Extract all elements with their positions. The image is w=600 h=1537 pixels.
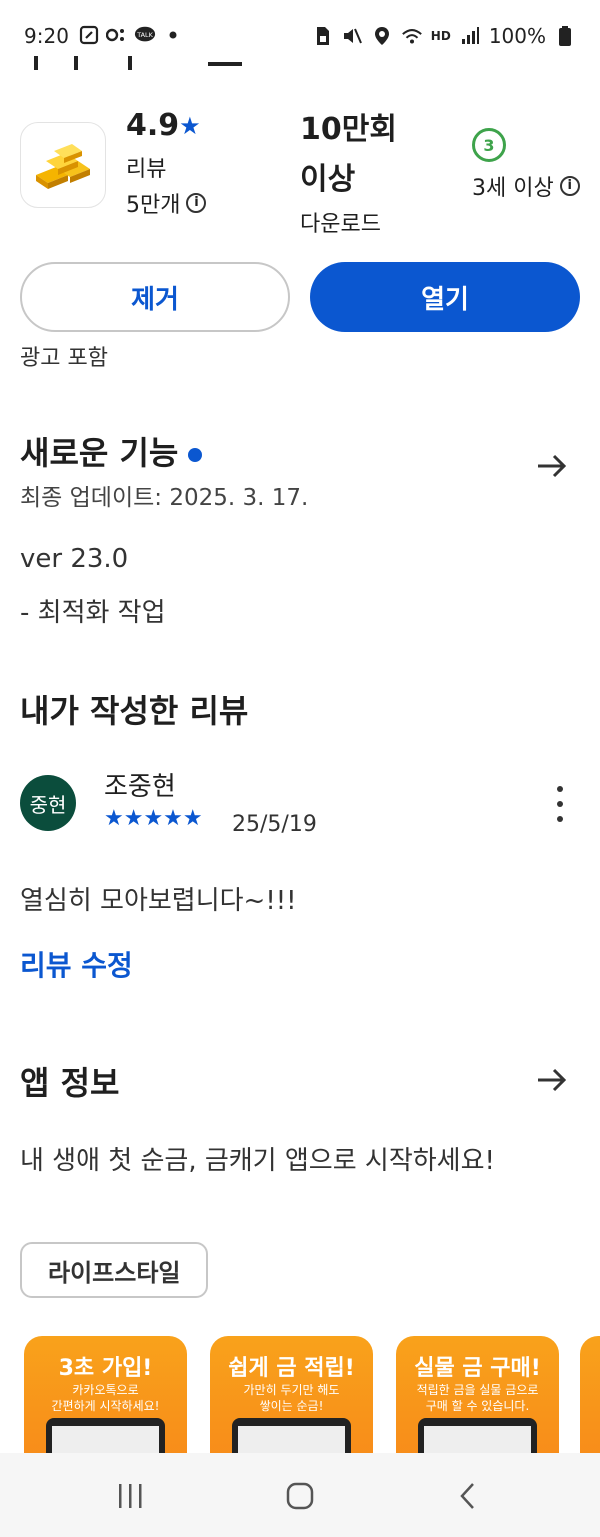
signal-icon [459, 25, 481, 47]
downloads-value-line2: 이상 [300, 162, 356, 197]
screenshot-caption: 적립한 금을 실물 금으로 구매 할 수 있습니다. [416, 1383, 539, 1413]
category-chip[interactable]: 라이프스타일 [20, 1242, 209, 1298]
location-icon [371, 25, 393, 47]
downloads-stat: 10만회 이상 다운로드 [300, 104, 397, 238]
status-bar: 9:20 TALK HD 100% [0, 0, 600, 76]
info-icon[interactable]: i [559, 176, 580, 196]
open-button[interactable]: 열기 [310, 262, 580, 332]
review-date: 25/5/19 [232, 812, 317, 837]
mute-icon [341, 25, 363, 47]
arrow-right-icon[interactable] [534, 1062, 570, 1098]
reviews-label: 리뷰 [126, 157, 167, 182]
edit-square-icon [78, 24, 100, 46]
screenshot-caption: 카카오톡으로 간편하게 시작하세요! [51, 1383, 160, 1413]
system-status: HD 100% [311, 24, 576, 48]
screenshot-card[interactable]: 3초 가입! 카카오톡으로 간편하게 시작하세요! [24, 1336, 187, 1456]
phone-mockup [418, 1418, 537, 1456]
rating-stat: 4.9 ★ 리뷰 5만개 i [126, 108, 207, 219]
screenshot-card[interactable]: 실물 금 구매! 적립한 금을 실물 금으로 구매 할 수 있습니다. [396, 1336, 559, 1456]
new-indicator-dot [188, 448, 203, 462]
screenshot-headline: 쉽게 금 적립! [228, 1356, 355, 1381]
arrow-right-icon[interactable] [534, 448, 570, 484]
last-updated: 최종 업데이트: 2025. 3. 17. [20, 485, 309, 511]
dot-icon [162, 24, 184, 46]
phone-mockup [46, 1418, 165, 1456]
screenshot-caption: 가만히 두기만 해도 쌓이는 순금! [243, 1383, 340, 1413]
my-review-title: 내가 작성한 리뷰 [20, 692, 249, 730]
home-icon[interactable] [280, 1479, 320, 1513]
wifi-icon [401, 25, 423, 47]
age-label: 3세 이상 [472, 176, 554, 201]
whats-new-title: 새로운 기능 [20, 434, 179, 472]
reviews-count-row[interactable]: 5만개 i [126, 187, 207, 219]
battery-percent: 100% [488, 24, 546, 48]
recents-icon[interactable] [110, 1479, 150, 1513]
status-time: 9:20 [24, 24, 69, 48]
star-icon: ★ [179, 111, 201, 140]
ads-notice: 광고 포함 [20, 346, 108, 371]
sim-icon [311, 25, 333, 47]
hd-voice-label: HD [430, 29, 451, 43]
star-rating: ★★★★★ [104, 806, 203, 831]
app-icon [20, 122, 106, 208]
more-options-icon[interactable] [550, 786, 570, 822]
release-notes: - 최적화 작업 [20, 598, 166, 628]
screenshot-headline: 3초 가입! [58, 1356, 153, 1381]
screenshot-card-partial[interactable] [580, 1336, 600, 1456]
pinwheel-icon [106, 24, 128, 46]
gold-bars-icon [36, 144, 90, 189]
scrolled-header-fragment [28, 50, 248, 76]
screenshot-headline: 실물 금 구매! [414, 1356, 541, 1381]
rating-value: 4.9 [126, 108, 180, 143]
remove-button[interactable]: 제거 [20, 262, 290, 332]
notification-icons: TALK [78, 24, 184, 46]
age-rating-stat: 3 3세 이상 i [472, 128, 580, 202]
talk-label: TALK [136, 31, 153, 39]
app-info-title[interactable]: 앱 정보 [20, 1058, 119, 1104]
system-nav-bar [0, 1453, 600, 1537]
app-description: 내 생애 첫 순금, 금캐기 앱으로 시작하세요! [20, 1146, 495, 1176]
screenshot-carousel[interactable]: 3초 가입! 카카오톡으로 간편하게 시작하세요! 쉽게 금 적립! 가만히 두기… [24, 1336, 600, 1456]
info-icon[interactable]: i [186, 193, 207, 213]
review-text: 열심히 모아보렵니다~!!! [20, 886, 297, 916]
reviewer-name: 조중현 [104, 772, 176, 802]
battery-icon [554, 25, 576, 47]
age-label-row[interactable]: 3세 이상 i [472, 170, 580, 202]
age-rating-badge: 3 [472, 128, 506, 162]
review-stars: ★★★★★ [104, 806, 203, 831]
edit-review-link[interactable]: 리뷰 수정 [20, 944, 133, 984]
avatar: 중현 [20, 775, 76, 831]
back-icon[interactable] [448, 1479, 488, 1513]
downloads-value-line1: 10만회 [300, 112, 397, 147]
version-text: ver 23.0 [20, 544, 129, 574]
whats-new-header[interactable]: 새로운 기능 [20, 428, 203, 474]
phone-mockup [232, 1418, 351, 1456]
screenshot-card[interactable]: 쉽게 금 적립! 가만히 두기만 해도 쌓이는 순금! [210, 1336, 373, 1456]
kakaotalk-icon: TALK [134, 24, 156, 46]
reviews-count: 5만개 [126, 193, 181, 218]
downloads-label: 다운로드 [300, 212, 381, 237]
